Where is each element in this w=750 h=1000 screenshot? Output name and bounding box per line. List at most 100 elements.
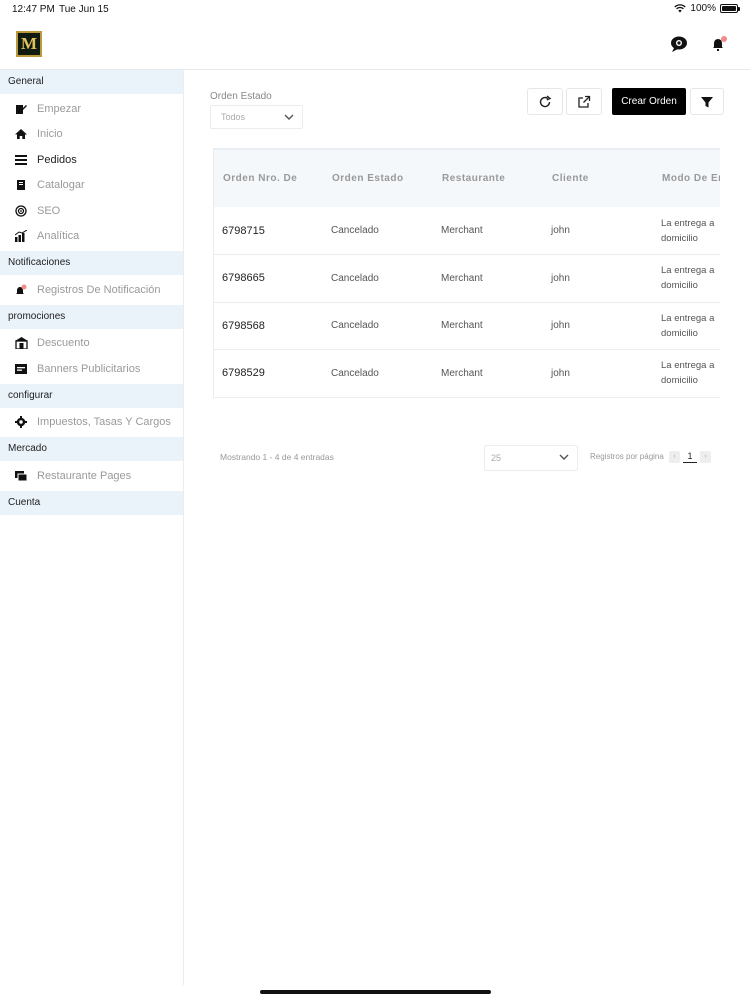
wifi-icon — [674, 4, 687, 13]
column-header-delivery-mode[interactable]: Modo De Entrega — [653, 149, 720, 207]
delivery-mode-line: domicilio — [661, 327, 698, 339]
section-header-configurar: configurar — [0, 383, 183, 408]
pager: ‹ 1 › — [669, 450, 711, 463]
delivery-mode-line: domicilio — [661, 232, 698, 244]
delivery-mode-cell: La entrega a domicilio — [653, 302, 720, 350]
sidebar-item-impuestos[interactable]: Impuestos, Tasas Y Cargos — [0, 410, 183, 436]
sidebar: General Empezar Inicio Pedidos Catalogar… — [0, 70, 184, 985]
sidebar-item-label: Impuestos, Tasas Y Cargos — [37, 416, 171, 429]
create-order-button[interactable]: Crear Orden — [612, 88, 686, 115]
order-number-cell: 6798715 — [222, 224, 265, 237]
per-page-label: Registros por página — [590, 452, 664, 461]
battery-percent: 100% — [690, 3, 716, 14]
sidebar-item-restaurante-pages[interactable]: Restaurante Pages — [0, 463, 183, 489]
delivery-mode-line: La entrega a — [661, 360, 715, 372]
main-content: Orden Estado Todos Crear Orden Orden Nro… — [184, 70, 750, 985]
sidebar-item-label: Empezar — [37, 102, 82, 115]
restaurant-cell: Merchant — [441, 272, 483, 284]
sidebar-section-configurar: configurar Impuestos, Tasas Y Cargos — [0, 383, 183, 438]
restaurant-cell: Merchant — [441, 225, 483, 236]
list-icon — [14, 153, 28, 167]
pages-icon — [14, 469, 28, 483]
order-number-cell: 6798568 — [222, 319, 265, 332]
banner-icon — [14, 362, 28, 376]
sidebar-item-empezar[interactable]: Empezar — [0, 96, 183, 122]
sidebar-item-registros-notificacion[interactable]: Registros De Notificación — [0, 277, 183, 303]
pagination-summary: Mostrando 1 - 4 de 4 entradas — [220, 452, 334, 462]
external-link-icon — [578, 95, 591, 108]
client-cell: john — [551, 320, 570, 332]
order-status-cell: Cancelado — [331, 367, 379, 379]
sidebar-item-descuento[interactable]: Descuento — [0, 331, 183, 357]
sidebar-item-label: Banners Publicitarios — [37, 362, 141, 375]
orders-table: Orden Nro. De Orden Estado Restaurante C… — [213, 148, 720, 398]
prev-page-button[interactable]: ‹ — [669, 450, 680, 463]
section-header-notificaciones: Notificaciones — [0, 251, 183, 275]
gear-icon — [14, 415, 28, 429]
sidebar-item-label: Descuento — [37, 337, 90, 350]
sidebar-item-label: SEO — [37, 204, 61, 217]
target-icon — [14, 204, 28, 218]
sidebar-item-catalogar[interactable]: Catalogar — [0, 173, 183, 199]
delivery-mode-cell: La entrega a domicilio — [653, 207, 720, 255]
section-header-general: General — [0, 70, 183, 94]
order-number-cell: 6798529 — [222, 367, 265, 380]
current-page-number[interactable]: 1 — [683, 450, 697, 463]
delivery-mode-line: domicilio — [661, 375, 698, 387]
battery-icon — [720, 4, 740, 13]
sidebar-item-analitica[interactable]: Analítica — [0, 224, 183, 250]
table-row[interactable]: 6798665 Cancelado Merchant john La entre… — [214, 255, 720, 302]
home-indicator[interactable] — [260, 990, 491, 994]
sidebar-section-promociones: promociones Descuento Banners Publicitar… — [0, 304, 183, 384]
chevron-down-icon — [559, 454, 569, 460]
table-row[interactable]: 6798529 Cancelado Merchant john La entre… — [214, 350, 720, 398]
status-time: 12:47 PM — [12, 4, 55, 15]
sidebar-item-inicio[interactable]: Inicio — [0, 122, 183, 148]
sidebar-item-seo[interactable]: SEO — [0, 198, 183, 224]
top-bar: M — [0, 20, 750, 70]
export-button[interactable] — [566, 88, 602, 115]
refresh-button[interactable] — [527, 88, 563, 115]
refresh-icon — [539, 94, 552, 107]
delivery-mode-line: La entrega a — [661, 265, 715, 277]
section-header-cuenta[interactable]: Cuenta — [0, 490, 183, 515]
chevron-down-icon — [284, 114, 294, 120]
filter-icon — [701, 96, 713, 107]
notification-bell-icon[interactable] — [707, 32, 731, 56]
sidebar-item-label: Pedidos — [37, 153, 77, 166]
analytics-icon — [14, 229, 28, 243]
edit-icon — [14, 102, 28, 116]
filter-button[interactable] — [690, 88, 724, 115]
column-header-restaurant[interactable]: Restaurante — [433, 149, 543, 207]
client-cell: john — [551, 367, 570, 379]
support-chat-icon[interactable] — [667, 32, 691, 56]
page-size-value: 25 — [491, 453, 502, 463]
home-icon — [14, 127, 28, 141]
sidebar-item-banners[interactable]: Banners Publicitarios — [0, 356, 183, 382]
column-header-order-status[interactable]: Orden Estado — [323, 149, 433, 207]
sidebar-section-notificaciones: Notificaciones Registros De Notificación — [0, 251, 183, 305]
delivery-mode-line: domicilio — [661, 280, 698, 292]
sidebar-section-mercado: Mercado Restaurante Pages — [0, 437, 183, 491]
sidebar-section-general: General Empezar Inicio Pedidos Catalogar… — [0, 70, 183, 251]
page-size-select[interactable]: 25 — [484, 445, 578, 471]
table-header-row: Orden Nro. De Orden Estado Restaurante C… — [214, 149, 720, 207]
column-header-order-number[interactable]: Orden Nro. De — [214, 149, 323, 207]
sidebar-item-label: Analítica — [37, 230, 80, 243]
column-header-client[interactable]: Cliente — [543, 149, 653, 207]
delivery-mode-line: La entrega a — [661, 217, 715, 229]
sidebar-item-label: Catalogar — [37, 179, 85, 192]
delivery-mode-cell: La entrega a domicilio — [653, 350, 720, 398]
order-number-cell: 6798665 — [222, 272, 265, 285]
table-row[interactable]: 6798568 Cancelado Merchant john La entre… — [214, 302, 720, 350]
order-status-select[interactable]: Todos — [210, 105, 303, 129]
app-logo[interactable]: M — [16, 31, 42, 57]
client-cell: john — [551, 272, 570, 284]
sidebar-item-pedidos[interactable]: Pedidos — [0, 147, 183, 173]
delivery-mode-line: La entrega a — [661, 312, 715, 324]
restaurant-cell: Merchant — [441, 367, 483, 379]
client-cell: john — [551, 225, 570, 236]
next-page-button[interactable]: › — [700, 450, 711, 463]
notification-icon — [14, 283, 28, 297]
table-row[interactable]: 6798715 Cancelado Merchant john La entre… — [214, 207, 720, 255]
